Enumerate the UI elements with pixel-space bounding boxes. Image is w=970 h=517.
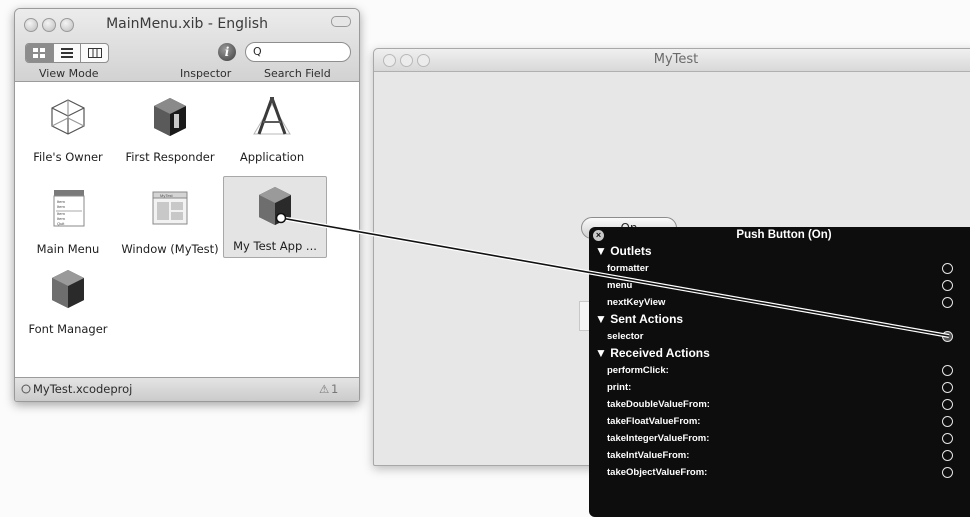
object-main-menu[interactable]: Item Item Item Item Quit Main Menu — [17, 180, 119, 260]
project-name: MyTest.xcodeproj — [33, 382, 133, 396]
svg-text:MyTest: MyTest — [160, 193, 174, 198]
icon-view-icon[interactable] — [26, 44, 54, 62]
status-bar: MyTest.xcodeproj ⚠ 1 — [15, 377, 359, 401]
shaded-cube-icon — [259, 187, 291, 225]
sent-action-row: selector — [607, 331, 644, 342]
menu-icon: Item Item Item Item Quit — [53, 190, 85, 227]
view-mode-label: View Mode — [39, 67, 99, 80]
list-view-icon[interactable] — [54, 44, 82, 62]
project-status-icon — [21, 382, 31, 396]
connection-circle-icon[interactable] — [942, 399, 953, 410]
section-outlets[interactable]: ▼ Outlets — [595, 244, 652, 258]
panel-title: Push Button (On) — [736, 229, 832, 241]
window-title: MyTest — [653, 52, 699, 67]
connection-circle-icon[interactable] — [942, 416, 953, 427]
object-label: My Test App ... — [233, 239, 317, 253]
search-icon: Q — [253, 45, 262, 58]
search-field-label: Search Field — [264, 67, 331, 80]
connection-circle-icon[interactable] — [942, 280, 953, 291]
svg-text:Item: Item — [57, 204, 65, 209]
inspector-icon[interactable]: i — [218, 43, 236, 61]
connection-circle-icon[interactable] — [942, 382, 953, 393]
object-font-manager[interactable]: Font Manager — [17, 260, 119, 340]
received-action-row: takeIntValueFrom: — [607, 450, 690, 461]
outlet-row: formatter — [607, 263, 649, 274]
object-application[interactable]: Application — [221, 88, 323, 168]
object-label: Application — [239, 150, 305, 164]
column-view-icon[interactable] — [81, 44, 108, 62]
window-icon: MyTest — [152, 191, 188, 225]
toolbar-toggle-button[interactable] — [331, 16, 351, 27]
object-my-test-app[interactable]: My Test App ... — [223, 176, 327, 258]
connection-circle-icon[interactable] — [942, 365, 953, 376]
dark-cube-icon — [154, 98, 186, 136]
object-grid: File's Owner First Responder Application — [15, 82, 359, 377]
warning-icon: ⚠ — [319, 382, 330, 396]
inspector-label: Inspector — [180, 67, 232, 80]
received-action-row: performClick: — [607, 365, 669, 376]
object-label: Main Menu — [36, 242, 100, 256]
connection-circle-icon[interactable] — [942, 433, 953, 444]
connection-circle-icon[interactable] — [942, 263, 953, 274]
received-action-row: print: — [607, 382, 632, 393]
connections-panel: × Push Button (On) ▼ Outlets formatter m… — [589, 227, 970, 517]
window-title: MainMenu.xib - English — [106, 16, 268, 32]
title-bar: MainMenu.xib - English View Mode i Inspe… — [15, 9, 359, 82]
received-action-row: takeIntegerValueFrom: — [607, 433, 710, 444]
wireframe-cube-icon — [51, 99, 85, 135]
received-action-row: takeObjectValueFrom: — [607, 467, 708, 478]
connection-circle-icon[interactable] — [942, 297, 953, 308]
object-label: First Responder — [125, 150, 215, 164]
svg-text:Quit: Quit — [57, 221, 65, 226]
object-label: Window (MyTest) — [121, 242, 219, 256]
object-files-owner[interactable]: File's Owner — [17, 88, 119, 168]
outlet-row: nextKeyView — [607, 297, 666, 308]
title-bar: MyTest — [374, 49, 970, 72]
connection-circle-icon[interactable] — [942, 467, 953, 478]
connection-circle-icon[interactable] — [942, 450, 953, 461]
object-window-mytest[interactable]: MyTest Window (MyTest) — [119, 180, 221, 260]
object-first-responder[interactable]: First Responder — [119, 88, 221, 168]
section-received-actions[interactable]: ▼ Received Actions — [595, 346, 710, 360]
application-compass-icon — [253, 97, 291, 135]
section-sent-actions[interactable]: ▼ Sent Actions — [595, 312, 683, 326]
received-action-row: takeFloatValueFrom: — [607, 416, 701, 427]
object-label: File's Owner — [33, 150, 103, 164]
search-input[interactable]: Q — [245, 42, 351, 62]
document-window: MainMenu.xib - English View Mode i Inspe… — [14, 8, 360, 402]
outlet-row: menu — [607, 280, 633, 291]
object-label: Font Manager — [28, 322, 108, 336]
warning-count: 1 — [331, 382, 339, 396]
view-mode-control[interactable] — [25, 43, 109, 63]
shaded-cube-icon — [52, 270, 84, 308]
received-action-row: takeDoubleValueFrom: — [607, 399, 710, 410]
connection-circle-icon[interactable] — [942, 331, 953, 342]
